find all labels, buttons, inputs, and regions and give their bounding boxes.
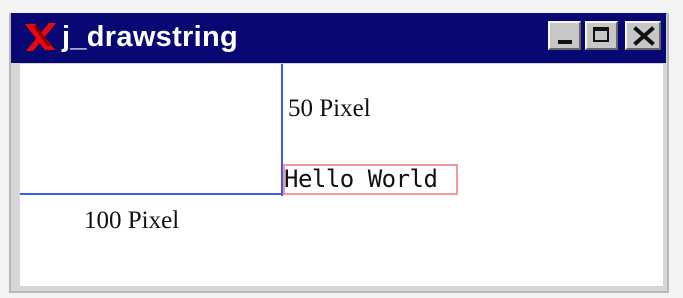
minimize-icon <box>558 40 572 44</box>
horizontal-guide-line <box>20 193 283 195</box>
minimize-button[interactable] <box>548 21 581 50</box>
close-icon <box>633 26 655 46</box>
x-logo-icon[interactable] <box>21 18 59 56</box>
maximize-icon <box>593 27 609 42</box>
hello-world-text: Hello World <box>284 165 438 193</box>
maximize-button[interactable] <box>585 21 618 50</box>
close-button[interactable] <box>625 21 661 50</box>
horizontal-distance-label: 100 Pixel <box>84 207 180 234</box>
vertical-distance-label: 50 Pixel <box>288 95 371 122</box>
window-title: j_drawstring <box>62 21 239 53</box>
